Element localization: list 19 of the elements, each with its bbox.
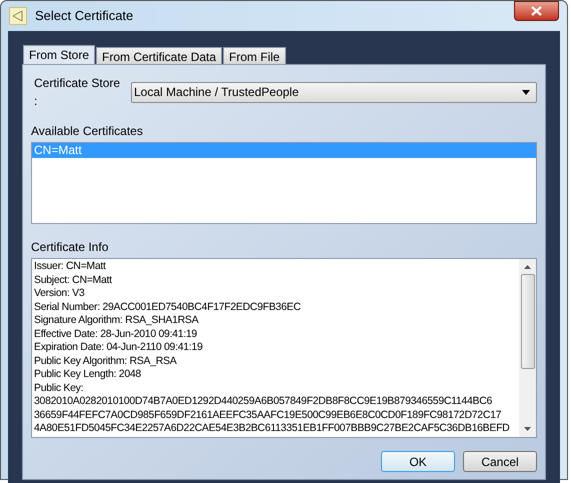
scroll-thumb[interactable] xyxy=(520,274,534,369)
app-logo-icon xyxy=(9,7,27,25)
dropdown-arrow-icon xyxy=(522,90,530,94)
store-dropdown[interactable]: Local Machine / TrustedPeople xyxy=(131,82,537,102)
available-label: Available Certificates xyxy=(31,123,144,140)
tab[interactable]: From Certificate Data xyxy=(96,47,222,64)
close-button[interactable] xyxy=(514,1,559,21)
tab[interactable]: From File xyxy=(223,47,286,64)
close-icon xyxy=(531,6,542,16)
window-title: Select Certificate xyxy=(35,7,134,26)
info-label: Certificate Info xyxy=(31,239,110,256)
scroll-up-icon xyxy=(524,265,531,269)
dialog-button[interactable]: OK xyxy=(381,451,455,472)
tab[interactable]: From Store xyxy=(23,45,96,64)
store-label: Certificate Store : xyxy=(33,75,122,110)
scrollbar[interactable] xyxy=(519,259,536,437)
dialog-button[interactable]: Cancel xyxy=(463,451,537,472)
certificate-info-text: Issuer: CN=Matt Subject: CN=Matt Version: V3 Serial Number: 29ACC001ED7540BC4F17F2EDC9FB36EC Signature Algorithm: RSA_SHA1RSA Effective Date: 28-Jun-2010 09:41:19 Expiration Date: 04-Jun-2110 09:41:19 Public Key Algorithm: RSA_RSA Public Key Length: 2048 Public Key: 3082010A0282010100D74B7A0ED1292D440259A6B057849F2DB8F8CC9E19B879346559C1144BC6 36659F44FEFC7A0CD985F659DF2161AEEFC35AAFC19E500C99EB6E8C0CD0F189FC98172D72C17 4A80E51FD5045FC34E2257A6D22CAE54E3B2BC6113351EB1FF007BBB9C27BE2CAF5C36DB16BEFD xyxy=(33,259,510,436)
scroll-down-icon xyxy=(524,427,531,431)
